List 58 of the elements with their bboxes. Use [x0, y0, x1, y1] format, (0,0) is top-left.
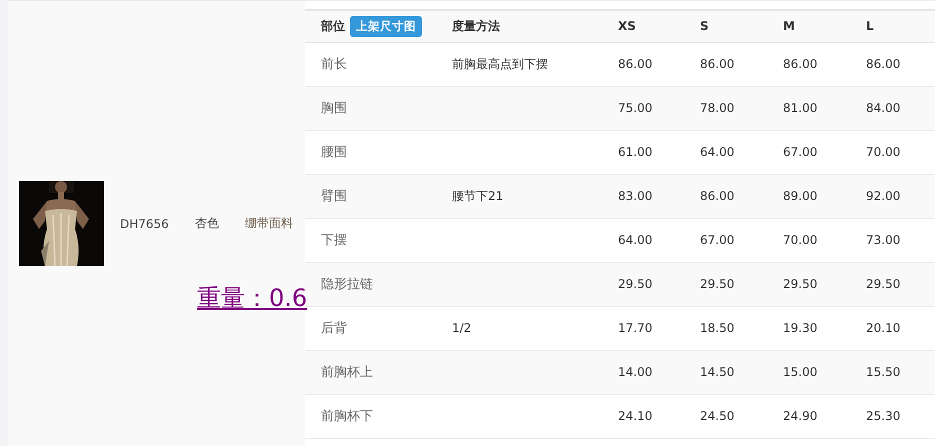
- table-cell: 92.00: [866, 189, 900, 203]
- table-cell: 14.50: [700, 365, 734, 379]
- product-code: DH7656: [120, 216, 169, 230]
- table-cell: 后背: [321, 321, 347, 336]
- column-header: 度量方法: [452, 18, 500, 35]
- table-cell: 70.00: [866, 145, 900, 159]
- table-cell: 29.50: [783, 277, 818, 291]
- table-cell: 下摆: [321, 233, 347, 248]
- table-cell: 73.00: [866, 233, 900, 247]
- table-cell: 14.00: [618, 365, 652, 379]
- table-cell: 70.00: [783, 233, 818, 247]
- product-color: 杏色: [194, 215, 219, 232]
- table-cell: 67.00: [783, 145, 818, 159]
- table-cell: 84.00: [866, 101, 900, 115]
- table-cell: 24.90: [783, 409, 818, 423]
- column-header: 部位: [321, 18, 345, 35]
- table-cell: 前胸杯下: [321, 409, 373, 424]
- table-cell: 83.00: [618, 189, 652, 203]
- column-header: M: [783, 19, 795, 34]
- table-cell: 86.00: [700, 189, 734, 203]
- table-cell: 24.50: [700, 409, 734, 423]
- table-cell: 胸围: [321, 101, 347, 116]
- table-cell: 腰围: [321, 145, 347, 160]
- table-cell: 67.00: [700, 233, 734, 247]
- table-cell: 86.00: [700, 57, 734, 71]
- column-header: S: [700, 19, 709, 34]
- table-cell: 25.30: [866, 409, 900, 423]
- table-cell: 前胸杯上: [321, 365, 373, 380]
- table-cell: 29.50: [866, 277, 900, 291]
- column-header: XS: [618, 19, 636, 34]
- table-cell: 86.00: [618, 57, 652, 71]
- weight-link[interactable]: 重量：0.6: [197, 282, 308, 314]
- table-cell: 18.50: [700, 321, 734, 335]
- column-header: L: [866, 19, 874, 34]
- table-cell: 29.50: [618, 277, 652, 291]
- table-cell: 64.00: [618, 233, 652, 247]
- table-cell: 前胸最高点到下摆: [452, 56, 548, 70]
- table-cell: 腰节下21: [452, 188, 504, 202]
- table-cell: 臂围: [321, 189, 347, 204]
- table-cell: 15.50: [866, 365, 900, 379]
- table-cell: 17.70: [618, 321, 652, 335]
- product-material: 绷带面料: [244, 215, 293, 232]
- table-cell: 15.00: [783, 365, 818, 379]
- table-cell: 75.00: [618, 101, 652, 115]
- table-cell: 64.00: [700, 145, 734, 159]
- table-cell: 前长: [321, 57, 347, 72]
- table-cell: 19.30: [783, 321, 818, 335]
- table-cell: 61.00: [618, 145, 652, 159]
- table-cell: 86.00: [783, 57, 818, 71]
- table-cell: 隐形拉链: [321, 277, 373, 292]
- table-cell: 29.50: [700, 277, 734, 291]
- table-cell: 78.00: [700, 101, 734, 115]
- table-cell: 81.00: [783, 101, 818, 115]
- table-cell: 89.00: [783, 189, 818, 203]
- table-cell: 1/2: [452, 321, 472, 335]
- table-cell: 86.00: [866, 57, 900, 71]
- table-cell: 20.10: [866, 321, 900, 335]
- table-cell: 24.10: [618, 409, 652, 423]
